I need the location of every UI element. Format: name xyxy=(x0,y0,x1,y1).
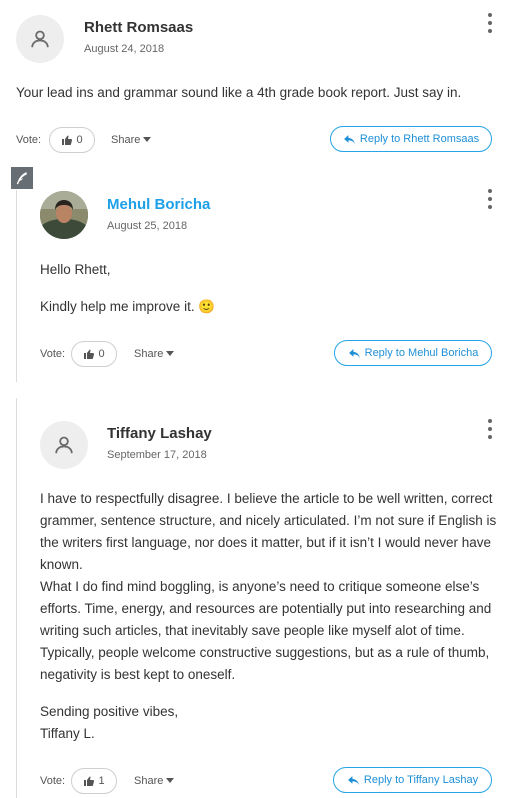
reply-button[interactable]: Reply to Rhett Romsaas xyxy=(330,126,492,152)
share-label: Share xyxy=(111,134,141,146)
share-label: Share xyxy=(134,348,164,360)
user-silhouette-icon xyxy=(55,436,73,454)
reply-label: Reply to Tiffany Lashay xyxy=(363,774,479,786)
thumbs-up-icon xyxy=(84,349,95,359)
comment-text: Sending positive vibes, xyxy=(40,704,179,719)
comment-author: Tiffany Lashay xyxy=(107,425,212,442)
vote-label: Vote: xyxy=(16,134,42,146)
comment-author-link[interactable]: Mehul Boricha xyxy=(107,196,210,213)
reply-label: Reply to Rhett Romsaas xyxy=(359,133,480,145)
vote-count: 0 xyxy=(98,348,105,360)
kebab-menu-icon[interactable] xyxy=(486,419,494,439)
comment-author: Rhett Romsaas xyxy=(84,19,194,36)
vote-count: 0 xyxy=(76,134,83,146)
share-label: Share xyxy=(134,775,164,787)
comment-text: I have to respectfully disagree. I belie… xyxy=(40,491,497,572)
vote-button[interactable]: 1 xyxy=(71,768,117,794)
thread-line xyxy=(16,398,17,798)
share-button[interactable]: Share xyxy=(111,134,152,146)
kebab-menu-icon[interactable] xyxy=(486,189,494,209)
comment-text: What I do find mind boggling, is anyone’… xyxy=(40,579,492,682)
reply-button[interactable]: Reply to Mehul Boricha xyxy=(334,340,492,366)
comment-text: Hello Rhett, xyxy=(40,262,111,277)
comment-text: Your lead ins and grammar sound like a 4… xyxy=(16,85,462,100)
thumbs-up-icon xyxy=(62,135,73,145)
vote-label: Vote: xyxy=(40,775,66,787)
vote-button[interactable]: 0 xyxy=(49,127,95,153)
reply-arrow-icon xyxy=(348,775,359,785)
avatar[interactable] xyxy=(40,421,88,469)
reply-arrow-icon xyxy=(348,348,360,358)
comment-rhett: Rhett Romsaas August 24, 2018 Your lead … xyxy=(0,0,509,160)
caret-down-icon xyxy=(166,778,175,783)
vote-label: Vote: xyxy=(40,348,66,360)
user-silhouette-icon xyxy=(31,30,49,48)
share-button[interactable]: Share xyxy=(134,348,175,360)
comment-text: Kindly help me improve it. 🙂 xyxy=(40,299,216,314)
thumbs-up-icon xyxy=(84,776,95,786)
vote-button[interactable]: 0 xyxy=(71,341,117,367)
caret-down-icon xyxy=(166,351,175,356)
edit-tag xyxy=(11,167,33,189)
avatar[interactable] xyxy=(40,191,88,239)
reply-arrow-icon xyxy=(343,134,355,144)
avatar[interactable] xyxy=(16,15,64,63)
vote-count: 1 xyxy=(98,775,105,787)
comment-date: August 24, 2018 xyxy=(84,43,165,55)
comment-date: August 25, 2018 xyxy=(107,220,188,232)
share-button[interactable]: Share xyxy=(134,775,175,787)
comment-date: September 17, 2018 xyxy=(107,449,207,461)
reply-button[interactable]: Reply to Tiffany Lashay xyxy=(333,767,492,793)
caret-down-icon xyxy=(143,137,152,142)
comment-text: Tiffany L. xyxy=(40,726,95,741)
pen-icon xyxy=(16,172,27,185)
kebab-menu-icon[interactable] xyxy=(486,13,494,33)
avatar-photo-image xyxy=(40,191,88,239)
thread-line xyxy=(16,190,17,382)
reply-label: Reply to Mehul Boricha xyxy=(364,347,479,359)
